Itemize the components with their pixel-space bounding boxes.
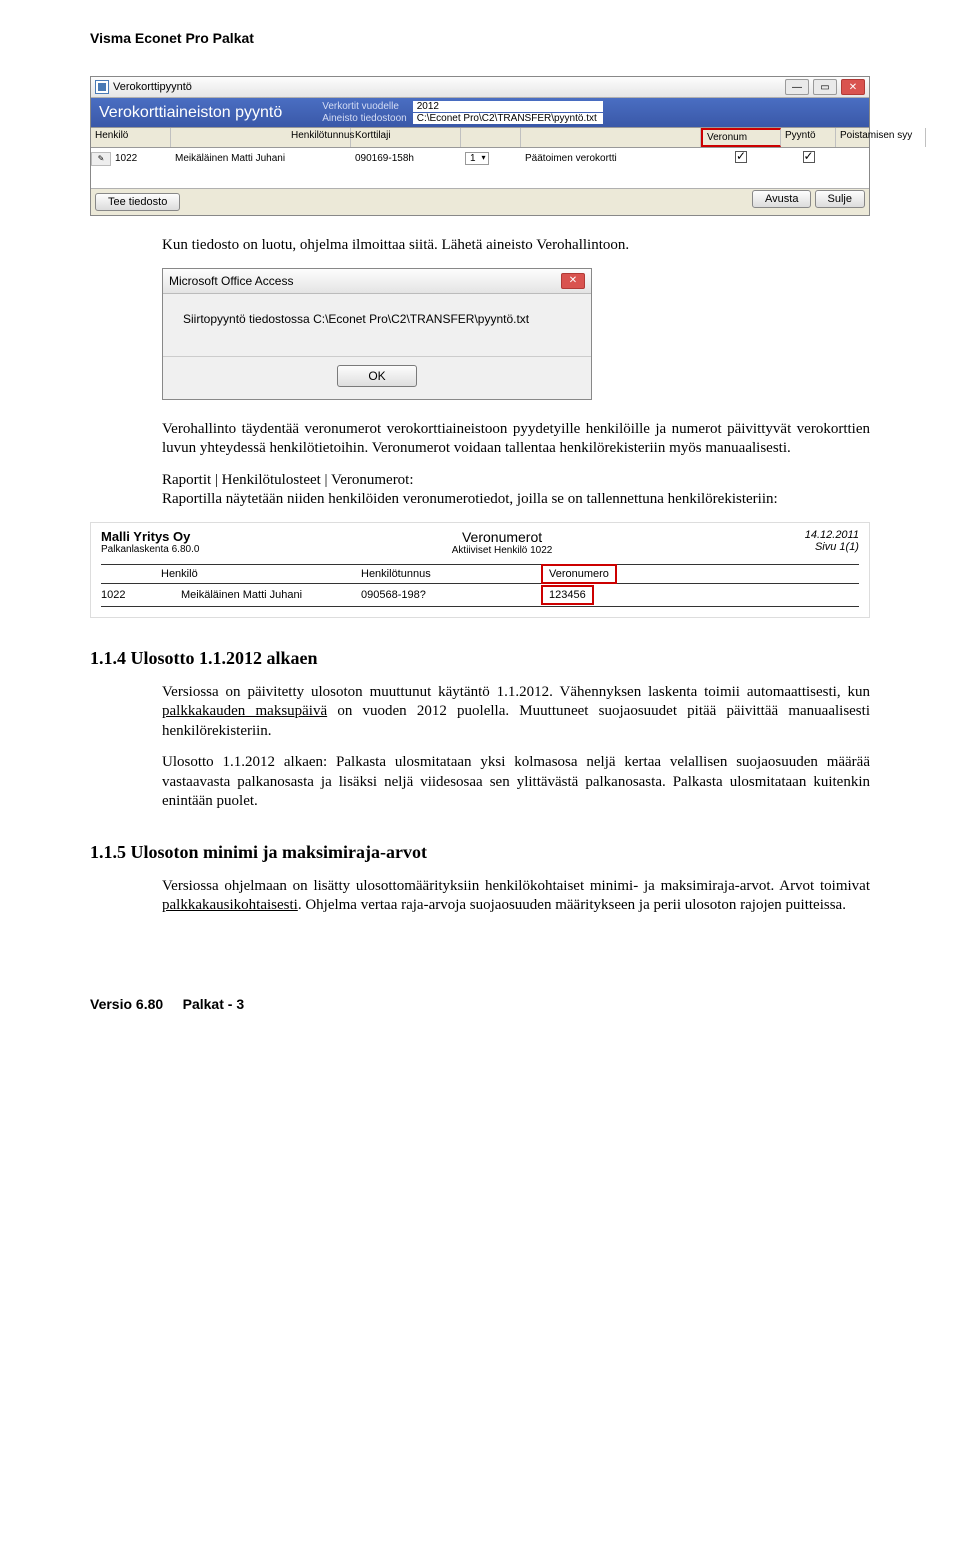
grid-body: ✎ 1022 Meikäläinen Matti Juhani 090169-1… bbox=[91, 148, 869, 188]
rpt-col-hetu: Henkilötunnus bbox=[361, 568, 541, 580]
report-page: Sivu 1(1) bbox=[805, 541, 859, 553]
vuodelle-label: Verkortit vuodelle bbox=[322, 101, 407, 112]
access-title: Microsoft Office Access bbox=[169, 274, 293, 288]
app-icon bbox=[95, 80, 109, 94]
row-name: Meikäläinen Matti Juhani bbox=[171, 152, 351, 165]
pyynto-checkbox[interactable] bbox=[803, 151, 815, 163]
col-veronum: Veronum bbox=[701, 128, 781, 147]
report-title: Veronumerot bbox=[452, 529, 553, 545]
verokorttipyynto-window: Verokorttipyyntö — ▭ ✕ Verokorttiaineist… bbox=[90, 76, 870, 216]
avusta-button[interactable]: Avusta bbox=[752, 190, 811, 208]
page-footer: Versio 6.80 Palkat - 3 bbox=[90, 996, 870, 1012]
rpt-row-hetu: 090568-198? bbox=[361, 589, 541, 601]
col-pyynto: Pyyntö bbox=[781, 128, 836, 147]
window-title: Verokorttipyyntö bbox=[113, 81, 192, 93]
col-henkilo: Henkilö bbox=[91, 128, 171, 147]
heading-114: 1.1.4 Ulosotto 1.1.2012 alkaen bbox=[90, 648, 870, 669]
rpt-row-veronum: 123456 bbox=[541, 585, 594, 605]
document-header: Visma Econet Pro Palkat bbox=[90, 30, 870, 46]
access-close-icon[interactable]: ✕ bbox=[561, 273, 585, 289]
row-num: 1022 bbox=[111, 152, 171, 165]
rpt-col-henkilo: Henkilö bbox=[101, 568, 361, 580]
grid-header: Henkilö Henkilötunnus Korttilaji Veronum… bbox=[91, 127, 869, 148]
tiedostoon-label: Aineisto tiedostoon bbox=[322, 113, 407, 124]
korttilaji-text: Päätoimen verokortti bbox=[521, 152, 701, 165]
rpt-col-veronum: Veronumero bbox=[541, 564, 617, 584]
report-date: 14.12.2011 bbox=[805, 529, 859, 541]
sec114-p2: Ulosotto 1.1.2012 alkaen: Palkasta ulosm… bbox=[90, 753, 870, 812]
veronum-checkbox[interactable] bbox=[735, 151, 747, 163]
paragraph-1: Kun tiedosto on luotu, ohjelma ilmoittaa… bbox=[90, 236, 870, 256]
maximize-icon[interactable]: ▭ bbox=[813, 79, 837, 95]
col-henkilotunnus: Henkilötunnus bbox=[171, 128, 351, 147]
report-window: Malli Yritys Oy Palkanlaskenta 6.80.0 Ve… bbox=[90, 522, 870, 618]
vuodelle-value[interactable]: 2012 bbox=[413, 101, 603, 112]
report-subtitle: Aktiiviset Henkilö 1022 bbox=[452, 545, 553, 556]
window-footer: Tee tiedosto Avusta Sulje bbox=[91, 188, 869, 215]
tee-tiedosto-button[interactable]: Tee tiedosto bbox=[95, 193, 180, 211]
korttilaji-dropdown[interactable]: 1 bbox=[465, 152, 489, 165]
tiedostoon-value[interactable]: C:\Econet Pro\C2\TRANSFER\pyyntö.txt bbox=[413, 113, 603, 124]
rpt-row-num: 1022 bbox=[101, 589, 181, 601]
table-row[interactable]: ✎ 1022 Meikäläinen Matti Juhani 090169-1… bbox=[91, 148, 869, 167]
minimize-icon[interactable]: — bbox=[785, 79, 809, 95]
rpt-row-name: Meikäläinen Matti Juhani bbox=[181, 589, 361, 601]
window-titlebar: Verokorttipyyntö — ▭ ✕ bbox=[91, 77, 869, 98]
report-row: 1022 Meikäläinen Matti Juhani 090568-198… bbox=[101, 584, 859, 607]
sec115-p1: Versiossa ohjelmaan on lisätty ulosottom… bbox=[90, 877, 870, 916]
access-titlebar: Microsoft Office Access ✕ bbox=[163, 269, 591, 294]
row-hetu: 090169-158h bbox=[351, 152, 461, 165]
paragraph-3: Raportit | Henkilötulosteet | Veronumero… bbox=[90, 471, 870, 510]
sulje-button[interactable]: Sulje bbox=[815, 190, 865, 208]
close-icon[interactable]: ✕ bbox=[841, 79, 865, 95]
banner-title: Verokorttiaineiston pyyntö bbox=[99, 104, 282, 122]
heading-115: 1.1.5 Ulosoton minimi ja maksimiraja-arv… bbox=[90, 842, 870, 863]
ok-button[interactable]: OK bbox=[337, 365, 416, 387]
sec114-p1: Versiossa on päivitetty ulosoton muuttun… bbox=[90, 683, 870, 742]
report-columns: Henkilö Henkilötunnus Veronumero bbox=[101, 564, 859, 584]
report-company: Malli Yritys Oy bbox=[101, 529, 199, 544]
access-message: Siirtopyyntö tiedostossa C:\Econet Pro\C… bbox=[183, 312, 571, 326]
paragraph-2: Verohallinto täydentää veronumerot verok… bbox=[90, 420, 870, 459]
row-handle-icon[interactable]: ✎ bbox=[91, 152, 111, 166]
col-poistamisen: Poistamisen syy bbox=[836, 128, 926, 147]
access-dialog: Microsoft Office Access ✕ Siirtopyyntö t… bbox=[162, 268, 592, 400]
report-version: Palkanlaskenta 6.80.0 bbox=[101, 544, 199, 555]
col-korttilaji: Korttilaji bbox=[351, 128, 461, 147]
banner: Verokorttiaineiston pyyntö Verkortit vuo… bbox=[91, 98, 869, 127]
